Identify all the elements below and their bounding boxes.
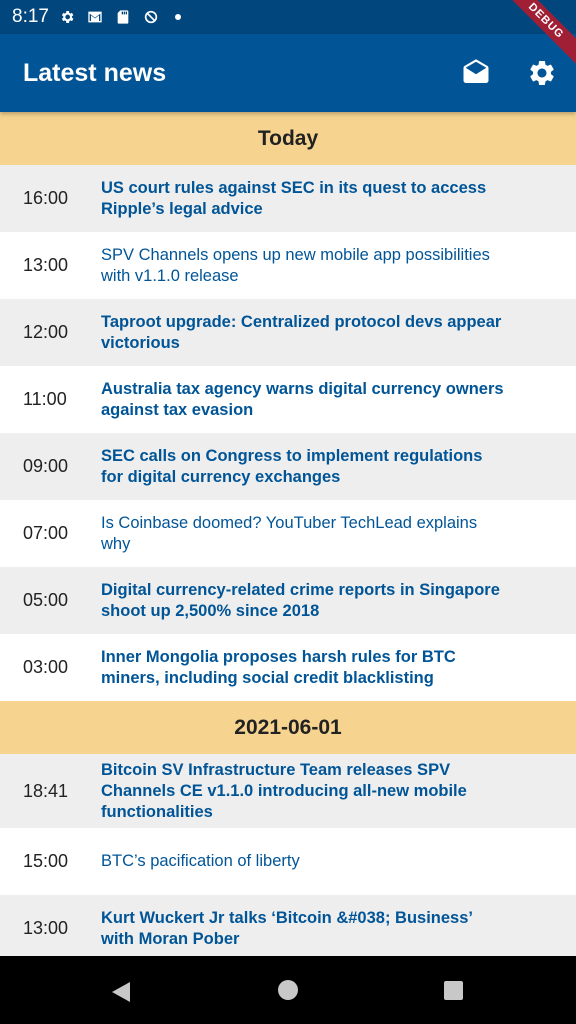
news-item[interactable]: 05:00 Digital currency-related crime rep… bbox=[0, 567, 576, 634]
news-item[interactable]: 09:00 SEC calls on Congress to implement… bbox=[0, 433, 576, 500]
news-title[interactable]: BTC’s pacification of liberty bbox=[101, 851, 300, 872]
gear-status-icon bbox=[61, 11, 74, 23]
news-title[interactable]: Is Coinbase doomed? YouTuber TechLead ex… bbox=[101, 513, 506, 555]
news-time: 09:00 bbox=[23, 456, 69, 476]
app-bar: Latest news bbox=[0, 34, 576, 112]
news-time: 15:00 bbox=[23, 851, 69, 871]
notification-dot-icon bbox=[174, 14, 181, 20]
news-item[interactable]: 12:00 Taproot upgrade: Centralized proto… bbox=[0, 299, 576, 366]
section-header-today: Today bbox=[0, 112, 576, 165]
status-bar: 8:17 bbox=[0, 0, 576, 34]
news-title[interactable]: Australia tax agency warns digital curre… bbox=[101, 379, 506, 421]
drafts-mail-icon bbox=[463, 59, 489, 83]
section-header-date: 2021-06-01 bbox=[0, 701, 576, 754]
news-title[interactable]: Digital currency-related crime reports i… bbox=[101, 580, 506, 622]
settings-button[interactable] bbox=[524, 55, 560, 91]
home-icon[interactable] bbox=[278, 980, 298, 1000]
news-time: 18:41 bbox=[23, 780, 69, 801]
news-item[interactable]: 11:00 Australia tax agency warns digital… bbox=[0, 366, 576, 433]
sd-card-status-icon bbox=[117, 10, 129, 24]
gmail-status-icon bbox=[88, 11, 102, 23]
news-time: 13:00 bbox=[23, 255, 69, 275]
news-item[interactable]: 15:00 BTC’s pacification of liberty bbox=[0, 828, 576, 895]
news-title[interactable]: Bitcoin SV Infrastructure Team releases … bbox=[101, 760, 506, 823]
status-time: 8:17 bbox=[12, 6, 49, 27]
news-title[interactable]: Taproot upgrade: Centralized protocol de… bbox=[101, 312, 506, 354]
news-time: 07:00 bbox=[23, 523, 69, 543]
news-item[interactable]: 03:00 Inner Mongolia proposes harsh rule… bbox=[0, 634, 576, 701]
status-icons bbox=[59, 9, 181, 25]
news-item[interactable]: 13:00 Kurt Wuckert Jr talks ‘Bitcoin &#0… bbox=[0, 895, 576, 956]
open-mail-button[interactable] bbox=[458, 55, 494, 91]
no-sync-status-icon bbox=[144, 10, 158, 24]
news-time: 13:00 bbox=[23, 918, 69, 938]
gear-icon bbox=[530, 60, 554, 85]
news-list[interactable]: Today 16:00 US court rules against SEC i… bbox=[0, 112, 576, 956]
recents-icon[interactable] bbox=[444, 981, 463, 1000]
news-item[interactable]: 07:00 Is Coinbase doomed? YouTuber TechL… bbox=[0, 500, 576, 567]
news-title[interactable]: US court rules against SEC in its quest … bbox=[101, 178, 506, 220]
back-icon[interactable] bbox=[110, 980, 132, 1004]
news-item[interactable]: 13:00 SPV Channels opens up new mobile a… bbox=[0, 232, 576, 299]
news-time: 12:00 bbox=[23, 322, 69, 342]
news-time: 16:00 bbox=[23, 188, 69, 208]
news-title[interactable]: Kurt Wuckert Jr talks ‘Bitcoin &#038; Bu… bbox=[101, 908, 506, 950]
news-title[interactable]: SEC calls on Congress to implement regul… bbox=[101, 446, 506, 488]
news-item[interactable]: 18:41 Bitcoin SV Infrastructure Team rel… bbox=[0, 754, 576, 828]
news-time: 05:00 bbox=[23, 590, 69, 610]
news-time: 03:00 bbox=[23, 657, 69, 677]
news-item[interactable]: 16:00 US court rules against SEC in its … bbox=[0, 165, 576, 232]
system-navigation-bar bbox=[0, 956, 576, 1024]
news-time: 11:00 bbox=[23, 389, 67, 409]
news-title[interactable]: Inner Mongolia proposes harsh rules for … bbox=[101, 647, 506, 689]
news-title[interactable]: SPV Channels opens up new mobile app pos… bbox=[101, 245, 506, 287]
page-title: Latest news bbox=[23, 58, 167, 87]
